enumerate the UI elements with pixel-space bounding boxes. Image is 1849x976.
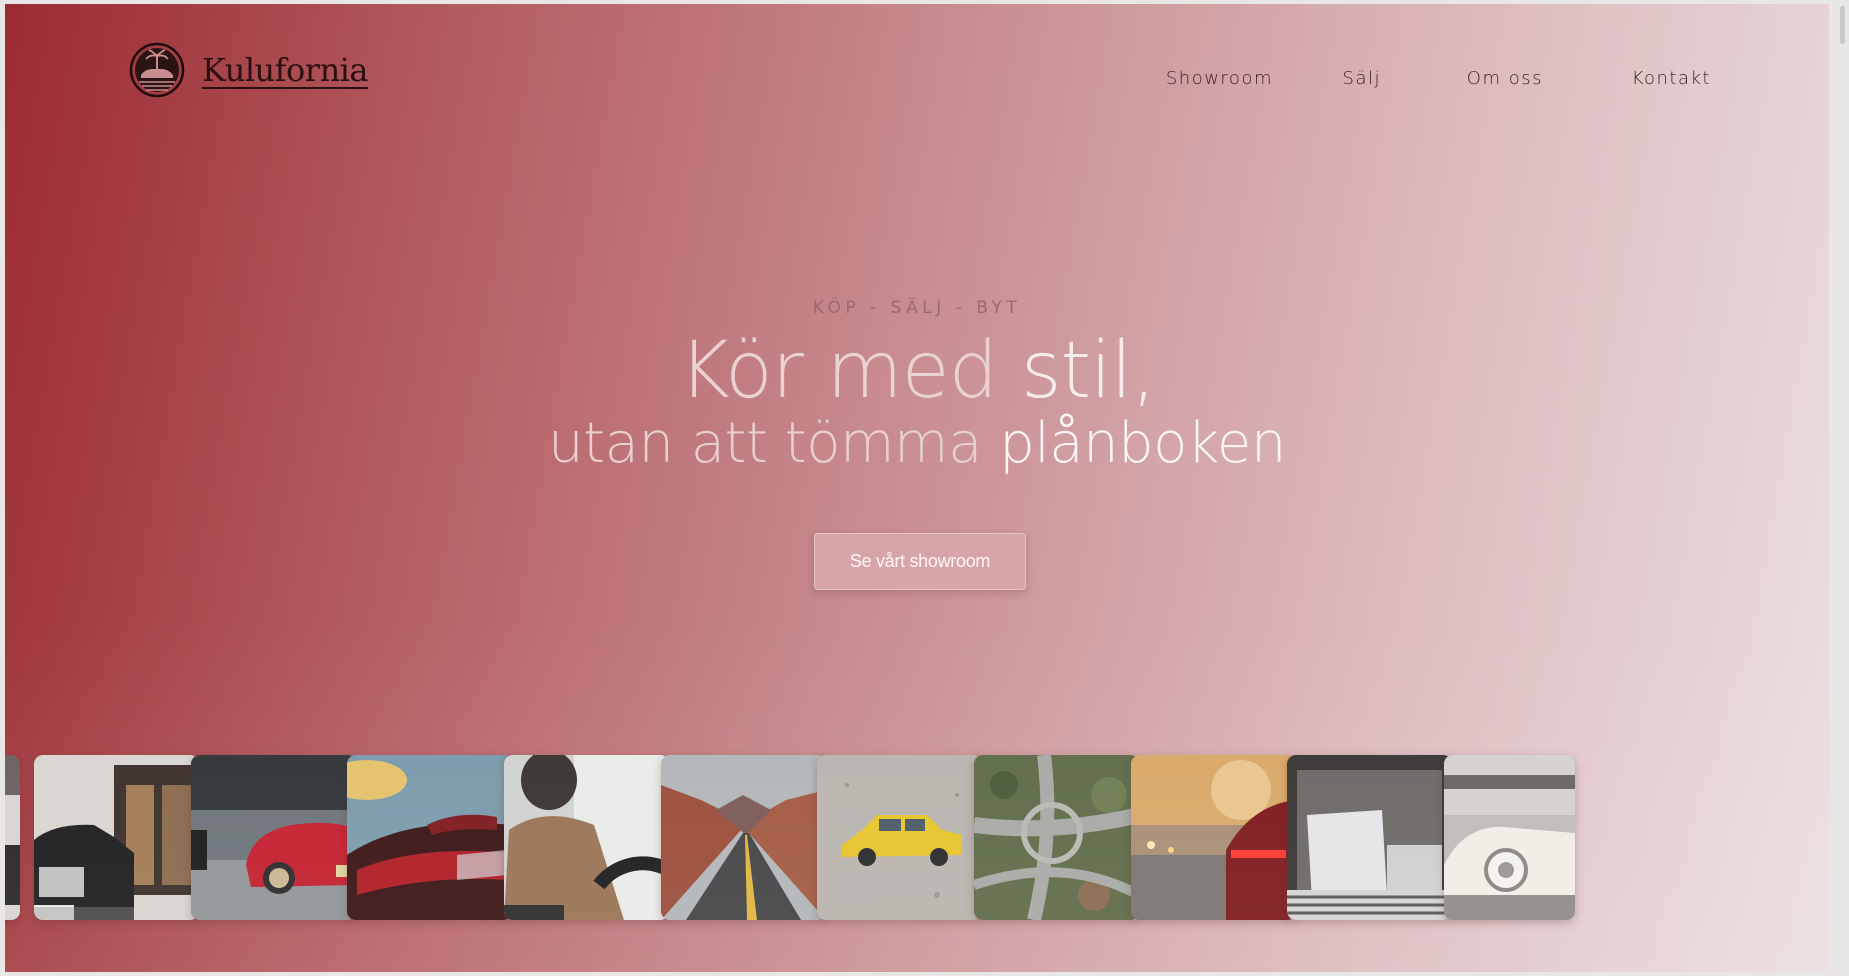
gallery-image-red-porsche[interactable] <box>191 755 356 920</box>
gallery-image-car-trunk-interior[interactable] <box>1287 755 1452 920</box>
brand-name: Kulufornia <box>202 51 368 89</box>
gallery-image-white-vintage-car[interactable] <box>1444 755 1575 920</box>
gallery-image-red-audi-city[interactable] <box>1131 755 1296 920</box>
gallery-image-highway-interchange[interactable] <box>974 755 1139 920</box>
nav-item-salj[interactable]: Sälj <box>1343 68 1381 89</box>
gallery-image-yellow-toy-car[interactable] <box>817 755 982 920</box>
brand-logo[interactable]: Kulufornia <box>129 42 368 98</box>
showroom-cta-button[interactable]: Se vårt showroom <box>814 533 1026 590</box>
nav-item-kontakt[interactable]: Kontakt <box>1632 68 1711 89</box>
scrollbar-thumb[interactable] <box>1840 6 1845 44</box>
palm-car-emblem-icon <box>129 42 185 98</box>
hero-subline-strong: plånboken <box>999 411 1286 476</box>
page: Kulufornia Showroom Sälj Om oss Kontakt … <box>5 4 1829 972</box>
hero-headline-light: Kör med <box>678 326 1021 416</box>
hero-eyebrow: KÖP - SÄLJ - BYT <box>812 298 1022 318</box>
gallery-image-red-car-tail-light[interactable] <box>347 755 512 920</box>
hero-headline-strong: stil, <box>1020 326 1156 416</box>
gallery-image-black-rolls-royce[interactable] <box>34 755 199 920</box>
gallery-image-desert-road[interactable] <box>661 755 826 920</box>
hero-subline: utan att tömma plånboken <box>5 412 1829 476</box>
hero-headline: Kör med stil, <box>5 326 1829 416</box>
car-gallery-strip <box>5 755 1829 923</box>
nav-item-om-oss[interactable]: Om oss <box>1467 68 1543 89</box>
gallery-image-driver-at-wheel[interactable] <box>504 755 669 920</box>
nav-item-showroom[interactable]: Showroom <box>1166 68 1273 89</box>
hero-subline-light: utan att tömma <box>548 411 1000 476</box>
site-header: Kulufornia Showroom Sälj Om oss Kontakt <box>5 4 1829 154</box>
gallery-image-cropped-car-photo[interactable] <box>5 755 20 920</box>
